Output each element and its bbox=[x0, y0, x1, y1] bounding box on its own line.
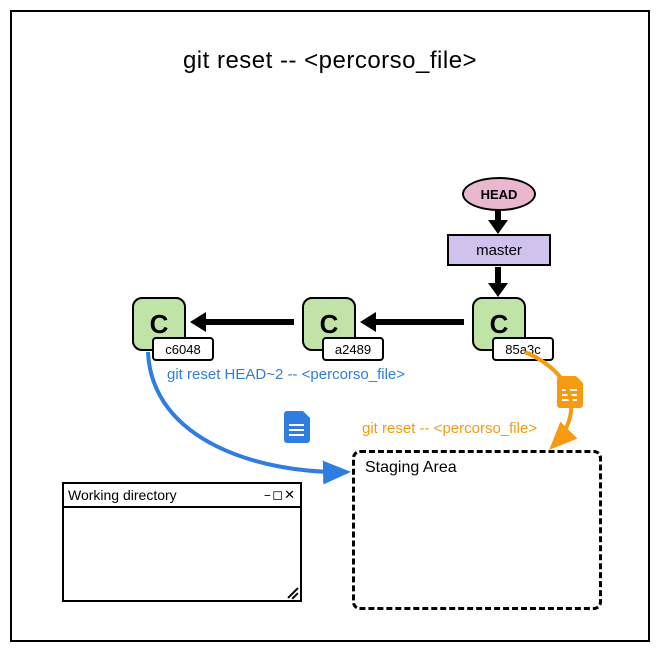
commit-hash-1: c6048 bbox=[152, 337, 214, 361]
note-reset-file: git reset -- <percorso_file> bbox=[362, 420, 537, 437]
window-title: Working directory bbox=[68, 487, 264, 503]
commit-hash-3: 85a3c bbox=[492, 337, 554, 361]
staging-area-box: Staging Area bbox=[352, 450, 602, 610]
note-reset-head2: git reset HEAD~2 -- <percorso_file> bbox=[167, 366, 405, 383]
diagram-frame: git reset -- <percorso_file> HEAD master… bbox=[10, 10, 650, 642]
window-resize-grip bbox=[284, 584, 298, 598]
window-controls: –◻✕ bbox=[264, 488, 297, 503]
staging-area-label: Staging Area bbox=[365, 459, 457, 476]
commit-hash-2: a2489 bbox=[322, 337, 384, 361]
working-directory-window: Working directory –◻✕ bbox=[62, 482, 302, 602]
arrow-commit3-to-commit2 bbox=[374, 319, 464, 325]
arrow-head-to-master bbox=[495, 210, 501, 222]
arrow-commit2-to-commit1 bbox=[204, 319, 294, 325]
head-ref: HEAD bbox=[462, 177, 536, 211]
file-icon-blue bbox=[284, 411, 310, 443]
window-titlebar: Working directory –◻✕ bbox=[64, 484, 300, 508]
file-icon-orange bbox=[557, 376, 583, 408]
diagram-title: git reset -- <percorso_file> bbox=[12, 47, 648, 75]
arrow-master-to-commit bbox=[495, 267, 501, 285]
branch-master: master bbox=[447, 234, 551, 266]
